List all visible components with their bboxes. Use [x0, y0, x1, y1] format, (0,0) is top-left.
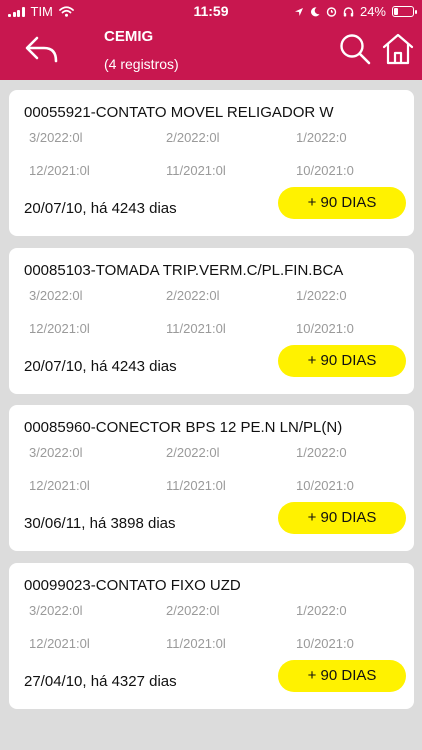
- ninety-days-badge[interactable]: + 90 DIAS: [278, 345, 406, 377]
- list-item[interactable]: 00055921-CONTATO MOVEL RELIGADOR W 3/202…: [9, 90, 414, 236]
- period-cell: 1/2022:0: [296, 445, 347, 460]
- period-cell: 3/2022:0l: [29, 288, 83, 303]
- period-cell: 2/2022:0l: [166, 130, 220, 145]
- period-cell: 2/2022:0l: [166, 288, 220, 303]
- page-title: CEMIG: [104, 28, 154, 45]
- ninety-days-badge[interactable]: + 90 DIAS: [278, 187, 406, 219]
- since-date: 20/07/10, há 4243 dias: [24, 358, 177, 375]
- moon-icon: [310, 6, 320, 16]
- list-item[interactable]: 00099023-CONTATO FIXO UZD 3/2022:0l 2/20…: [9, 563, 414, 709]
- list-item[interactable]: 00085103-TOMADA TRIP.VERM.C/PL.FIN.BCA 3…: [9, 248, 414, 394]
- since-date: 27/04/10, há 4327 dias: [24, 673, 177, 690]
- period-cell: 12/2021:0l: [29, 163, 90, 178]
- period-cell: 2/2022:0l: [166, 603, 220, 618]
- period-cell: 11/2021:0l: [166, 163, 226, 178]
- period-cell: 1/2022:0: [296, 288, 347, 303]
- period-cell: 12/2021:0l: [29, 636, 90, 651]
- location-icon: [294, 7, 303, 16]
- period-cell: 3/2022:0l: [29, 445, 83, 460]
- period-cell: 12/2021:0l: [29, 321, 90, 336]
- period-cell: 10/2021:0: [296, 321, 354, 336]
- home-button[interactable]: [381, 32, 415, 66]
- battery-percent: 24%: [359, 4, 386, 19]
- period-cell: 1/2022:0: [296, 603, 347, 618]
- period-cell: 10/2021:0: [296, 478, 354, 493]
- period-cell: 10/2021:0: [296, 636, 354, 651]
- back-button[interactable]: [24, 34, 60, 64]
- status-bar: TIM 11:59 24%: [0, 0, 422, 22]
- item-name: 00055921-CONTATO MOVEL RELIGADOR W: [24, 104, 334, 121]
- alarm-icon: [326, 7, 337, 17]
- record-count: (4 registros): [104, 56, 179, 72]
- period-cell: 12/2021:0l: [29, 478, 90, 493]
- since-date: 20/07/10, há 4243 dias: [24, 200, 177, 217]
- headphones-icon: [343, 6, 354, 16]
- period-cell: 11/2021:0l: [166, 321, 226, 336]
- since-date: 30/06/11, há 3898 dias: [24, 515, 176, 532]
- ninety-days-badge[interactable]: + 90 DIAS: [278, 502, 406, 534]
- app-header: TIM 11:59 24% CEMIG (4 registros): [0, 0, 422, 80]
- period-cell: 1/2022:0: [296, 130, 347, 145]
- period-cell: 11/2021:0l: [166, 478, 226, 493]
- period-cell: 3/2022:0l: [29, 130, 83, 145]
- battery-icon: [392, 6, 417, 17]
- item-name: 00099023-CONTATO FIXO UZD: [24, 577, 241, 594]
- period-cell: 3/2022:0l: [29, 603, 83, 618]
- item-name: 00085960-CONECTOR BPS 12 PE.N LN/PL(N): [24, 419, 343, 436]
- ninety-days-badge[interactable]: + 90 DIAS: [278, 660, 406, 692]
- search-button[interactable]: [338, 32, 372, 66]
- item-name: 00085103-TOMADA TRIP.VERM.C/PL.FIN.BCA: [24, 262, 344, 279]
- list-item[interactable]: 00085960-CONECTOR BPS 12 PE.N LN/PL(N) 3…: [9, 405, 414, 551]
- period-cell: 10/2021:0: [296, 163, 354, 178]
- period-cell: 2/2022:0l: [166, 445, 220, 460]
- period-cell: 11/2021:0l: [166, 636, 226, 651]
